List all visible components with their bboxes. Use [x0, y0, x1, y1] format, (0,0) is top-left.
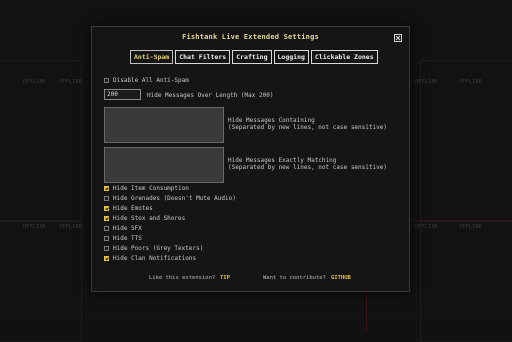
option-row[interactable]: Hide Stox and Shores: [104, 215, 185, 222]
option-row[interactable]: Hide SFX: [104, 225, 142, 232]
hide-containing-textarea[interactable]: [104, 107, 224, 143]
tab-clickable-zones[interactable]: Clickable Zones: [310, 50, 378, 64]
option-label: Hide Clan Notifications: [113, 255, 197, 262]
tip-link[interactable]: TIP: [220, 275, 230, 281]
option-checkbox[interactable]: [104, 216, 109, 221]
tab-anti-spam[interactable]: Anti-Spam: [130, 50, 174, 64]
modal-title: Fishtank Live Extended Settings: [182, 33, 319, 41]
max-length-label: Hide Messages Over Length (Max 200): [147, 92, 274, 99]
settings-modal: Fishtank Live Extended Settings Anti-Spa…: [91, 26, 410, 292]
offline-label: OFFLINE: [59, 79, 83, 85]
disable-all-row[interactable]: Disable All Anti-Spam: [104, 77, 189, 84]
tab-crafting[interactable]: Crafting: [232, 50, 272, 64]
option-checkbox[interactable]: [104, 196, 109, 201]
offline-label: OFFLINE: [415, 224, 439, 230]
tab-chat-filters[interactable]: Chat Filters: [175, 50, 231, 64]
option-label: Hide Emotes: [113, 205, 153, 212]
option-label: Hide Stox and Shores: [113, 215, 186, 222]
option-checkbox[interactable]: [104, 246, 109, 251]
hide-exact-textarea[interactable]: [104, 147, 224, 183]
hide-exact-hint: (Separated by new lines, not case sensit…: [228, 164, 387, 171]
offline-label: OFFLINE: [23, 224, 47, 230]
hide-exact-label: Hide Messages Exactly Matching: [228, 157, 337, 164]
tab-logging[interactable]: Logging: [273, 50, 309, 64]
max-length-input[interactable]: [104, 89, 141, 100]
github-link[interactable]: GITHUB: [331, 275, 351, 281]
offline-label: OFFLINE: [59, 224, 83, 230]
option-label: Hide TTS: [113, 235, 142, 242]
offline-label: OFFLINE: [415, 79, 439, 85]
option-row[interactable]: Hide Clan Notifications: [104, 255, 196, 262]
contribute-prompt: Want to contribute?: [263, 275, 326, 281]
tip-prompt: Like this extension?: [149, 275, 216, 281]
close-button[interactable]: [394, 34, 402, 42]
offline-label: OFFLINE: [459, 224, 483, 230]
option-row[interactable]: Hide Grenades (Doesn't Mute Audio): [104, 195, 236, 202]
settings-tabs: Anti-Spam Chat Filters Crafting Logging …: [130, 50, 380, 64]
option-label: Hide Grenades (Doesn't Mute Audio): [113, 195, 236, 202]
option-checkbox[interactable]: [104, 256, 109, 261]
option-checkbox[interactable]: [104, 236, 109, 241]
option-row[interactable]: Hide Item Consumption: [104, 185, 189, 192]
option-checkbox[interactable]: [104, 186, 109, 191]
option-label: Hide SFX: [113, 225, 142, 232]
hide-containing-label: Hide Messages Containing: [228, 117, 315, 124]
offline-label: OFFLINE: [459, 79, 483, 85]
hide-containing-hint: (Separated by new lines, not case sensit…: [228, 124, 387, 131]
close-icon: [395, 35, 401, 41]
option-row[interactable]: Hide Emotes: [104, 205, 153, 212]
option-checkbox[interactable]: [104, 206, 109, 211]
option-label: Hide Item Consumption: [113, 185, 189, 192]
option-row[interactable]: Hide TTS: [104, 235, 142, 242]
offline-label: OFFLINE: [23, 79, 47, 85]
disable-all-checkbox[interactable]: [104, 78, 109, 83]
option-row[interactable]: Hide Poors (Grey Texters): [104, 245, 203, 252]
grid-cell: [0, 220, 82, 342]
disable-all-label: Disable All Anti-Spam: [113, 77, 189, 84]
option-label: Hide Poors (Grey Texters): [113, 245, 204, 252]
option-checkbox[interactable]: [104, 226, 109, 231]
